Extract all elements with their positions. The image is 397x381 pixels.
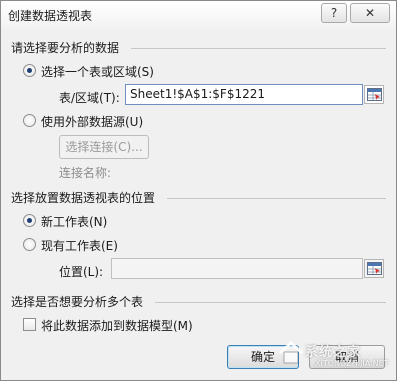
table-range-label: 表/区域(T): bbox=[59, 91, 120, 105]
new-worksheet-label[interactable]: 新工作表(N) bbox=[41, 213, 107, 230]
help-button[interactable]: ? bbox=[321, 3, 347, 23]
close-button[interactable]: ✕ bbox=[350, 3, 390, 23]
select-table-range-radio[interactable] bbox=[23, 64, 36, 77]
connection-name-label: 连接名称: bbox=[59, 166, 112, 180]
location-label: 位置(L): bbox=[59, 265, 104, 279]
range-select-icon bbox=[367, 262, 382, 275]
use-external-source-label[interactable]: 使用外部数据源(U) bbox=[41, 113, 143, 130]
range-select-icon bbox=[367, 88, 382, 101]
section-divider bbox=[131, 48, 386, 49]
section-divider bbox=[155, 302, 386, 303]
location-section-heading: 选择放置数据透视表的位置 bbox=[11, 191, 156, 205]
cancel-button[interactable]: 取消 bbox=[309, 345, 385, 369]
source-section-heading: 请选择要分析的数据 bbox=[11, 41, 120, 55]
use-external-source-radio[interactable] bbox=[23, 114, 36, 127]
existing-worksheet-label[interactable]: 现有工作表(E) bbox=[41, 237, 118, 254]
select-table-range-label[interactable]: 选择一个表或区域(S) bbox=[41, 63, 154, 80]
range-picker-button[interactable] bbox=[364, 85, 384, 104]
choose-connection-button[interactable]: 选择连接(C)... bbox=[59, 135, 149, 159]
multi-table-section-heading: 选择是否想要分析多个表 bbox=[11, 295, 144, 309]
add-to-data-model-label[interactable]: 将此数据添加到数据模型(M) bbox=[41, 317, 193, 334]
existing-worksheet-radio[interactable] bbox=[23, 238, 36, 251]
new-worksheet-radio[interactable] bbox=[23, 214, 36, 227]
table-range-input[interactable]: Sheet1!$A$1:$F$1221 bbox=[125, 84, 363, 105]
add-to-data-model-checkbox[interactable] bbox=[23, 318, 36, 331]
location-picker-button[interactable] bbox=[364, 259, 384, 278]
section-divider bbox=[167, 198, 386, 199]
ok-button[interactable]: 确定 bbox=[227, 345, 299, 369]
location-input[interactable] bbox=[111, 258, 363, 279]
title-bar: 创建数据透视表 ? ✕ bbox=[1, 1, 396, 29]
create-pivot-table-dialog: 创建数据透视表 ? ✕ 请选择要分析的数据 选择一个表或区域(S) 表/区域(T… bbox=[0, 0, 397, 381]
dialog-title: 创建数据透视表 bbox=[8, 9, 93, 23]
